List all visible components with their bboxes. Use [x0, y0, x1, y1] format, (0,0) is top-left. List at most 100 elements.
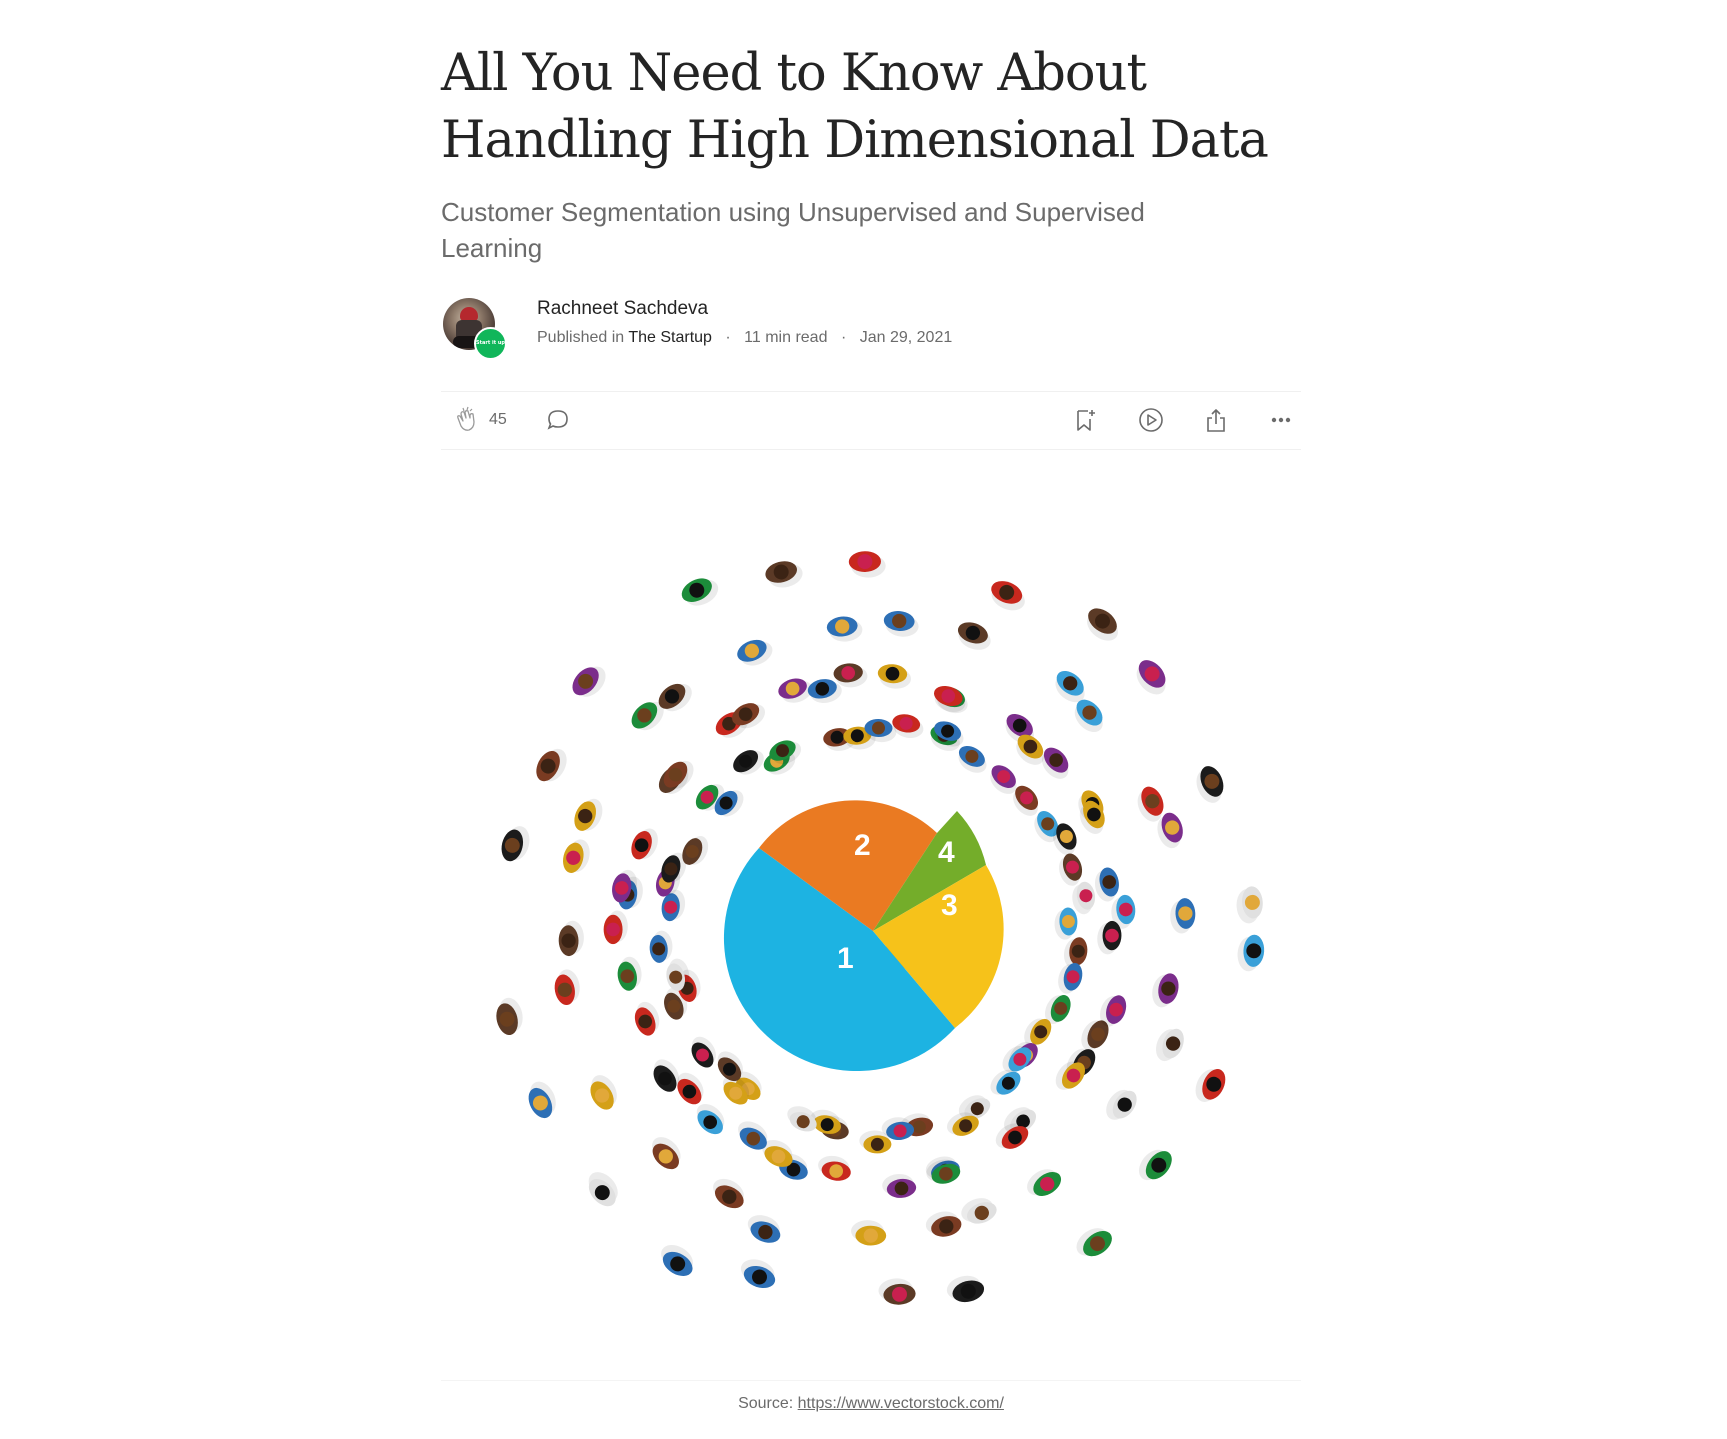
crowd-person	[826, 616, 863, 642]
crowd-person	[634, 1001, 660, 1036]
crowd-person	[787, 1106, 817, 1132]
crowd-person	[747, 1215, 781, 1243]
comment-icon[interactable]	[545, 407, 571, 433]
crowd-person	[1152, 973, 1179, 1008]
pie-label-4: 4	[938, 836, 955, 869]
crowd-person	[926, 1159, 961, 1184]
crowd-person	[737, 639, 773, 666]
crowd-person	[1195, 1069, 1226, 1102]
crowd-person	[661, 1244, 694, 1276]
crowd-person	[958, 745, 987, 773]
author-name[interactable]: Rachneet Sachdeva	[537, 298, 708, 320]
crowd-person	[652, 1137, 681, 1170]
crowd-person	[1058, 963, 1083, 994]
caption-prefix: Source:	[738, 1395, 794, 1412]
crowd-person	[696, 1103, 725, 1135]
crowd-person	[851, 1220, 887, 1246]
crowd-person	[878, 1278, 916, 1305]
more-icon[interactable]	[1268, 407, 1294, 433]
image-caption: Source: https://www.vectorstock.com/	[441, 1395, 1301, 1413]
article-subtitle: Customer Segmentation using Unsupervised…	[441, 197, 1145, 263]
hero-illustration: 1 2 3 4	[496, 551, 1265, 1305]
crowd-person	[1076, 1228, 1112, 1257]
listen-icon[interactable]	[1137, 406, 1165, 434]
crowd-person	[925, 1211, 962, 1237]
article-header: All You Need to Know About Handling High…	[441, 40, 1301, 450]
crowd-person	[691, 1036, 716, 1068]
crowd-person	[572, 666, 606, 697]
crowd-person	[733, 750, 764, 775]
crowd-person	[1138, 1149, 1172, 1181]
crowd-person	[818, 1155, 851, 1181]
crowd-person	[1072, 881, 1096, 915]
article-title: All You Need to Know About Handling High…	[441, 40, 1301, 174]
crowd-person	[1155, 1028, 1184, 1062]
crowd-person	[1054, 907, 1078, 940]
meta-separator: ·	[725, 329, 731, 346]
listen-button[interactable]	[1137, 405, 1165, 435]
crowd-person	[1196, 766, 1224, 803]
crowd-person	[957, 622, 991, 650]
crowd-person	[617, 956, 642, 991]
crowd-person	[1136, 660, 1166, 695]
published-in-label: Published in	[537, 329, 625, 346]
pie-label-2: 2	[854, 829, 871, 862]
crowd-person	[574, 798, 603, 831]
clap-button[interactable]: 45	[453, 405, 507, 435]
crowd-person	[883, 611, 919, 637]
crowd-person	[1237, 934, 1265, 972]
article-title-line-1: All You Need to Know About	[441, 44, 1147, 103]
crowd-person	[631, 828, 658, 860]
bookmark-button[interactable]	[1072, 405, 1098, 435]
crowd-person	[563, 839, 590, 873]
more-button[interactable]	[1268, 405, 1294, 435]
pie-label-3: 3	[941, 889, 958, 922]
crowd-person	[558, 920, 584, 957]
byline-meta: Published in The Startup · 11 min read ·…	[537, 329, 952, 347]
crowd-person	[1087, 608, 1118, 641]
caption-source-link[interactable]: https://www.vectorstock.com/	[798, 1395, 1004, 1412]
meta-separator: ·	[840, 329, 847, 346]
pie-graphic: 1 2 3 4	[723, 800, 1004, 1072]
crowd-person	[765, 561, 803, 588]
byline: Start it up Rachneet Sachdeva Published …	[441, 296, 1301, 366]
crowd-person	[1094, 867, 1119, 902]
clap-icon[interactable]	[453, 406, 481, 434]
crowd-person	[501, 826, 530, 862]
bookmark-icon[interactable]	[1072, 407, 1098, 433]
crowd-person	[882, 1173, 917, 1198]
crowd-person	[528, 1081, 556, 1119]
share-button[interactable]	[1203, 405, 1229, 435]
crowd-person	[1106, 1089, 1137, 1120]
crowd-person	[1097, 920, 1122, 955]
comment-button[interactable]	[545, 405, 571, 435]
crowd-person	[681, 578, 719, 606]
caption-divider	[441, 1380, 1301, 1381]
publish-date: Jan 29, 2021	[859, 329, 953, 346]
crowd-person	[554, 969, 580, 1006]
crowd-person	[961, 1198, 997, 1224]
clap-count: 45	[489, 411, 507, 428]
crowd-person	[649, 930, 673, 963]
crowd-person	[740, 1259, 776, 1289]
crowd-person	[713, 1178, 744, 1209]
publication-name[interactable]: The Startup	[628, 329, 712, 346]
crowd-person	[892, 714, 924, 738]
crowd-person	[848, 551, 886, 578]
pie-label-1: 1	[837, 942, 854, 975]
crowd-person	[603, 910, 628, 945]
action-bar: 45	[441, 391, 1301, 450]
crowd-person	[991, 581, 1025, 611]
crowd-person	[1027, 1169, 1062, 1196]
crowd-person	[536, 748, 567, 782]
article-title-line-2: Handling High Dimensional Data	[441, 111, 1269, 170]
crowd-person	[877, 664, 912, 689]
share-icon[interactable]	[1203, 407, 1229, 433]
author-avatar-group[interactable]: Start it up	[441, 296, 507, 360]
crowd-person	[496, 997, 523, 1036]
crowd-person	[588, 1172, 618, 1207]
publication-logo[interactable]: Start it up	[474, 327, 507, 360]
hero-image: 1 2 3 4	[441, 488, 1301, 1368]
read-time: 11 min read	[744, 329, 828, 346]
crowd-person	[1170, 898, 1196, 934]
